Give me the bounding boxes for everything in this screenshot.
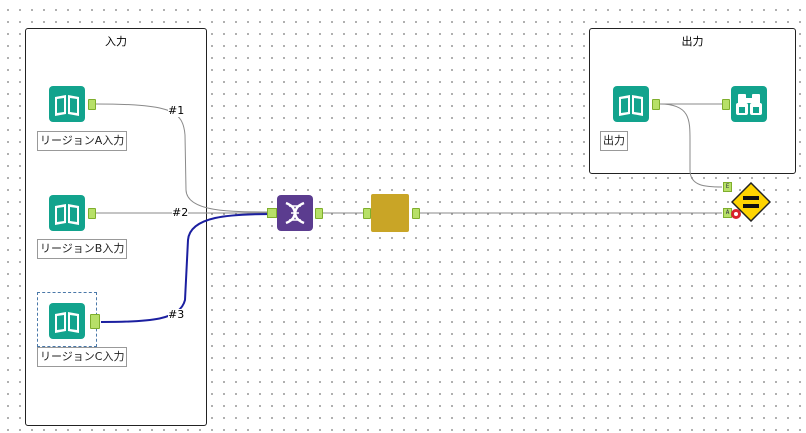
connection-label-2[interactable]: #2 xyxy=(172,207,189,219)
output-tool-label: 出力 xyxy=(600,131,628,151)
dna-icon xyxy=(285,201,305,225)
book-icon xyxy=(619,95,643,116)
wire-output-test[interactable] xyxy=(659,103,723,188)
input-c-output-anchor[interactable] xyxy=(90,314,100,329)
union-tool[interactable] xyxy=(277,195,313,231)
book-icon xyxy=(55,95,79,116)
input-tool-b[interactable] xyxy=(49,195,85,231)
input-b-label: リージョンB入力 xyxy=(37,239,128,259)
wire-input-c[interactable] xyxy=(100,213,274,323)
book-icon xyxy=(55,312,79,333)
formula-output-anchor[interactable] xyxy=(412,208,420,219)
error-indicator-icon xyxy=(731,209,741,219)
input-tool-c[interactable] xyxy=(49,303,85,339)
output-tool[interactable] xyxy=(613,86,649,122)
wire-input-a[interactable] xyxy=(94,103,274,213)
input-a-label: リージョンA入力 xyxy=(37,131,128,151)
formula-tool[interactable] xyxy=(371,194,409,232)
input-b-output-anchor[interactable] xyxy=(88,208,96,219)
browse-tool[interactable] xyxy=(731,86,767,122)
binoculars-icon xyxy=(736,94,762,115)
union-output-anchor[interactable] xyxy=(315,208,323,219)
union-input-anchor[interactable] xyxy=(267,208,277,218)
output-tool-output-anchor[interactable] xyxy=(652,99,660,110)
connection-label-3[interactable]: #3 xyxy=(168,309,185,321)
input-c-label: リージョンC入力 xyxy=(37,347,128,367)
book-icon xyxy=(55,204,79,225)
formula-input-anchor[interactable] xyxy=(363,208,371,219)
browse-input-anchor[interactable] xyxy=(722,99,730,110)
input-tool-a[interactable] xyxy=(49,86,85,122)
connection-label-1[interactable]: #1 xyxy=(168,105,185,117)
input-a-output-anchor[interactable] xyxy=(88,99,96,110)
